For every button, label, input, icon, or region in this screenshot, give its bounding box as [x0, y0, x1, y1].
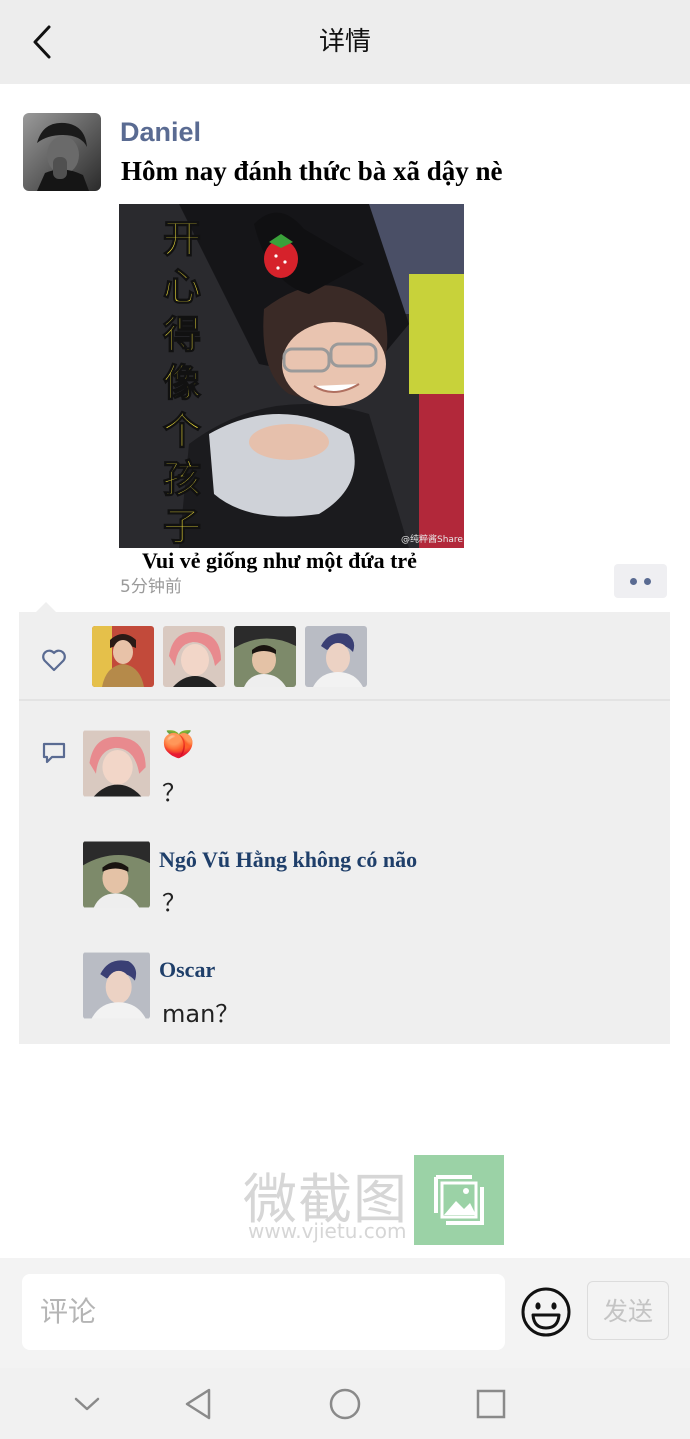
back-button[interactable] — [22, 20, 62, 64]
more-dots-icon — [630, 577, 637, 585]
svg-text:@纯粹酱Share: @纯粹酱Share — [401, 533, 463, 545]
author-avatar[interactable] — [23, 113, 101, 191]
commenter-avatar-2[interactable] — [83, 841, 150, 908]
commenter-avatar-3[interactable] — [83, 952, 150, 1019]
system-back-button[interactable] — [176, 1382, 220, 1426]
comments-panel: 🍑 ？ Ngô Vũ Hằng không có não ？ Oscar man… — [19, 701, 670, 1044]
chevron-down-icon — [74, 1397, 100, 1411]
system-recents-button[interactable] — [469, 1382, 513, 1426]
svg-text:子: 子 — [163, 505, 201, 548]
comment-bubble-icon — [42, 742, 66, 764]
chevron-left-icon — [33, 25, 51, 59]
recents-square-icon — [476, 1389, 506, 1419]
send-button[interactable]: 发送 — [587, 1281, 669, 1340]
home-circle-icon — [329, 1388, 361, 1420]
svg-text:心: 心 — [163, 265, 201, 309]
comment-author[interactable]: 🍑 — [162, 730, 194, 760]
svg-text:得: 得 — [163, 313, 201, 357]
liker-avatar-4[interactable] — [305, 626, 367, 687]
liker-avatar-2[interactable] — [163, 626, 225, 687]
svg-text:像: 像 — [163, 361, 201, 405]
svg-text:孩: 孩 — [163, 457, 201, 501]
comment-text: ？ — [162, 889, 186, 917]
likes-panel — [19, 612, 670, 699]
page-title: 详情 — [318, 27, 371, 57]
comment-text: man？ — [162, 1000, 240, 1028]
system-nav-bar — [0, 1368, 690, 1439]
back-triangle-icon — [185, 1388, 211, 1420]
svg-text:开: 开 — [163, 217, 201, 261]
post-photo[interactable]: 开 心 得 像 个 孩 子 @纯粹酱Share — [119, 204, 464, 548]
panel-arrow — [36, 602, 56, 612]
comment-input[interactable]: 评论 — [22, 1274, 505, 1350]
system-home-button[interactable] — [323, 1382, 367, 1426]
comment-author[interactable]: Ngô Vũ Hằng không có não — [159, 847, 417, 873]
liker-avatar-1[interactable] — [92, 626, 154, 687]
liker-avatar-3[interactable] — [234, 626, 296, 687]
more-options-button[interactable] — [614, 564, 667, 598]
overlay-text: 开 心 得 像 个 孩 子 — [162, 216, 201, 548]
post-time: 5分钟前 — [120, 577, 182, 597]
image-icon — [414, 1155, 504, 1245]
emoji-button[interactable] — [518, 1284, 574, 1340]
commenter-avatar-1[interactable] — [83, 730, 150, 797]
watermark-url: www.vjietu.com — [248, 1219, 407, 1243]
comment-text: ？ — [162, 779, 186, 807]
post-text: Hôm nay đánh thức bà xã dậy nè — [121, 156, 503, 186]
author-name[interactable]: Daniel — [120, 117, 201, 148]
app-watermark: 微截图 www.vjietu.com — [243, 1155, 505, 1247]
photo-caption: Vui vẻ giống như một đứa trẻ — [142, 548, 417, 573]
header-bar: 详情 — [0, 0, 690, 84]
comment-author[interactable]: Oscar — [159, 957, 215, 983]
smiley-icon — [521, 1287, 571, 1337]
hide-keyboard-button[interactable] — [65, 1382, 109, 1426]
svg-text:个: 个 — [163, 409, 201, 453]
heart-outline-icon — [42, 649, 66, 672]
